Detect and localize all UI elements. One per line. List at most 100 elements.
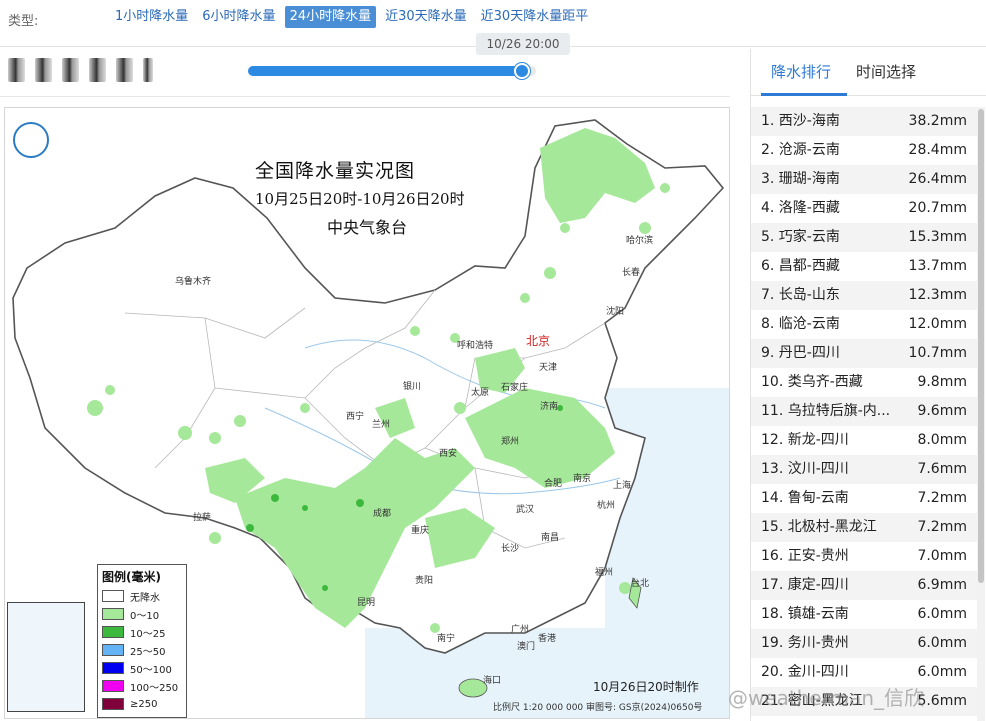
ranking-value: 20.7mm bbox=[908, 200, 967, 216]
legend-item: 100～250 bbox=[102, 677, 182, 695]
legend-item: 10～25 bbox=[102, 623, 182, 641]
city-label: 贵阳 bbox=[415, 576, 434, 586]
ranking-row[interactable]: 17. 康定-四川 6.9mm bbox=[751, 571, 977, 600]
tab-time-select[interactable]: 时间选择 bbox=[856, 61, 916, 82]
tab-1h-precip[interactable]: 1小时降水量 bbox=[110, 6, 193, 28]
map-agency: 中央气象台 bbox=[327, 218, 408, 237]
legend-swatch bbox=[102, 698, 124, 710]
city-label: 成都 bbox=[373, 509, 392, 519]
city-label: 西宁 bbox=[346, 412, 365, 422]
ranking-value: 7.0mm bbox=[917, 548, 967, 564]
ranking-value: 7.6mm bbox=[917, 461, 967, 477]
ranking-row[interactable]: 4. 洛隆-西藏 20.7mm bbox=[751, 194, 977, 223]
ranking-station-name: 4. 洛隆-西藏 bbox=[761, 200, 840, 216]
frame-thumb-icon[interactable] bbox=[143, 58, 153, 82]
ranking-value: 10.7mm bbox=[908, 345, 967, 361]
ranking-station-name: 10. 类乌齐-西藏 bbox=[761, 374, 863, 390]
ranking-row[interactable]: 14. 鲁甸-云南 7.2mm bbox=[751, 484, 977, 513]
ranking-station-name: 6. 昌都-西藏 bbox=[761, 258, 840, 274]
city-label: 合肥 bbox=[544, 479, 563, 489]
legend-swatch bbox=[102, 608, 124, 620]
ranking-row[interactable]: 12. 新龙-四川 8.0mm bbox=[751, 426, 977, 455]
ranking-value: 7.2mm bbox=[917, 490, 967, 506]
ranking-value: 28.4mm bbox=[908, 142, 967, 158]
city-label: 哈尔滨 bbox=[626, 236, 654, 246]
ranking-row[interactable]: 16. 正安-贵州 7.0mm bbox=[751, 542, 977, 571]
city-label: 南京 bbox=[573, 474, 592, 484]
tab-precip-ranking[interactable]: 降水排行 bbox=[771, 61, 831, 82]
ranking-row[interactable]: 5. 巧家-云南 15.3mm bbox=[751, 223, 977, 252]
legend-swatch bbox=[102, 626, 124, 638]
frame-thumb-icon[interactable] bbox=[89, 58, 106, 82]
legend-swatch bbox=[102, 680, 124, 692]
tab-30d-anomaly[interactable]: 近30天降水量距平 bbox=[476, 6, 594, 28]
legend-title: 图例(毫米) bbox=[102, 570, 161, 584]
cma-logo-icon bbox=[13, 122, 49, 158]
ranking-value: 6.0mm bbox=[917, 606, 967, 622]
ranking-row[interactable]: 18. 镇雄-云南 6.0mm bbox=[751, 600, 977, 629]
scrollbar-thumb[interactable] bbox=[978, 109, 984, 583]
city-label: 太原 bbox=[471, 388, 490, 398]
time-slider[interactable] bbox=[248, 63, 536, 79]
ranking-value: 9.8mm bbox=[917, 374, 967, 390]
ranking-row[interactable]: 13. 汶川-四川 7.6mm bbox=[751, 455, 977, 484]
tab-6h-precip[interactable]: 6小时降水量 bbox=[197, 6, 280, 28]
frame-thumb-icon[interactable] bbox=[116, 58, 133, 82]
precipitation-map: 全国降水量实况图 10月25日20时-10月26日20时 中央气象台 乌鲁木齐 … bbox=[4, 107, 730, 719]
ranking-station-name: 5. 巧家-云南 bbox=[761, 229, 840, 245]
legend-item: 无降水 bbox=[102, 587, 182, 605]
ranking-row[interactable]: 2. 沧源-云南 28.4mm bbox=[751, 136, 977, 165]
ranking-station-name: 12. 新龙-四川 bbox=[761, 432, 849, 448]
ranking-value: 5.6mm bbox=[917, 693, 967, 709]
city-label: 福州 bbox=[595, 568, 614, 578]
ranking-row[interactable]: 3. 珊瑚-海南 26.4mm bbox=[751, 165, 977, 194]
type-bar: 类型: 1小时降水量 6小时降水量 24小时降水量 近30天降水量 近30天降水… bbox=[0, 0, 986, 36]
time-slider-handle[interactable] bbox=[513, 63, 530, 79]
map-legend: 图例(毫米) 无降水 0～10 10～25 25～50 50～100 100～2… bbox=[97, 564, 187, 718]
frame-thumb-icon[interactable] bbox=[35, 58, 52, 82]
scale-note: 比例尺 1:20 000 000 审图号: GS京(2024)0650号 bbox=[493, 703, 703, 713]
ranking-station-name: 13. 汶川-四川 bbox=[761, 461, 849, 477]
city-label: 北京 bbox=[526, 334, 551, 348]
city-label: 呼和浩特 bbox=[457, 341, 494, 351]
ranking-value: 9.6mm bbox=[917, 403, 967, 419]
ranking-value: 6.0mm bbox=[917, 635, 967, 651]
frame-thumb-icon[interactable] bbox=[62, 58, 79, 82]
city-label: 澳门 bbox=[517, 642, 536, 652]
ranking-row[interactable]: 1. 西沙-海南 38.2mm bbox=[751, 107, 977, 136]
animation-controls bbox=[8, 58, 153, 82]
tab-30d-precip[interactable]: 近30天降水量 bbox=[380, 6, 472, 28]
city-label: 乌鲁木齐 bbox=[175, 277, 212, 287]
ranking-value: 6.9mm bbox=[917, 577, 967, 593]
ranking-row[interactable]: 10. 类乌齐-西藏 9.8mm bbox=[751, 368, 977, 397]
tab-24h-precip[interactable]: 24小时降水量 bbox=[284, 6, 377, 28]
ranking-row[interactable]: 9. 丹巴-四川 10.7mm bbox=[751, 339, 977, 368]
ranking-station-name: 15. 北极村-黑龙江 bbox=[761, 519, 877, 535]
ranking-value: 15.3mm bbox=[908, 229, 967, 245]
watermark: @weatherman_信欣 bbox=[728, 686, 925, 710]
ranking-scrollbar[interactable] bbox=[977, 107, 985, 721]
ranking-value: 13.7mm bbox=[908, 258, 967, 274]
ranking-station-name: 1. 西沙-海南 bbox=[761, 113, 840, 129]
ranking-row[interactable]: 19. 务川-贵州 6.0mm bbox=[751, 629, 977, 658]
frame-thumb-icon[interactable] bbox=[8, 58, 25, 82]
city-label: 海口 bbox=[483, 676, 502, 686]
ranking-row[interactable]: 7. 长岛-山东 12.3mm bbox=[751, 281, 977, 310]
ranking-row[interactable]: 15. 北极村-黑龙江 7.2mm bbox=[751, 513, 977, 542]
city-label: 杭州 bbox=[597, 501, 616, 511]
ranking-station-name: 11. 乌拉特后旗-内... bbox=[761, 403, 891, 419]
city-label: 天津 bbox=[539, 363, 558, 373]
ranking-value: 6.0mm bbox=[917, 664, 967, 680]
ranking-row[interactable]: 8. 临沧-云南 12.0mm bbox=[751, 310, 977, 339]
production-note: 10月26日20时制作 bbox=[593, 680, 699, 694]
city-label: 上海 bbox=[613, 481, 632, 491]
city-label: 昆明 bbox=[357, 598, 376, 608]
time-slider-fill bbox=[248, 66, 522, 76]
divider bbox=[0, 96, 730, 97]
ranking-value: 12.0mm bbox=[908, 316, 967, 332]
legend-swatch bbox=[102, 644, 124, 656]
map-title: 全国降水量实况图 bbox=[255, 160, 416, 182]
ranking-row[interactable]: 11. 乌拉特后旗-内... 9.6mm bbox=[751, 397, 977, 426]
ranking-row[interactable]: 6. 昌都-西藏 13.7mm bbox=[751, 252, 977, 281]
ranking-value: 8.0mm bbox=[917, 432, 967, 448]
